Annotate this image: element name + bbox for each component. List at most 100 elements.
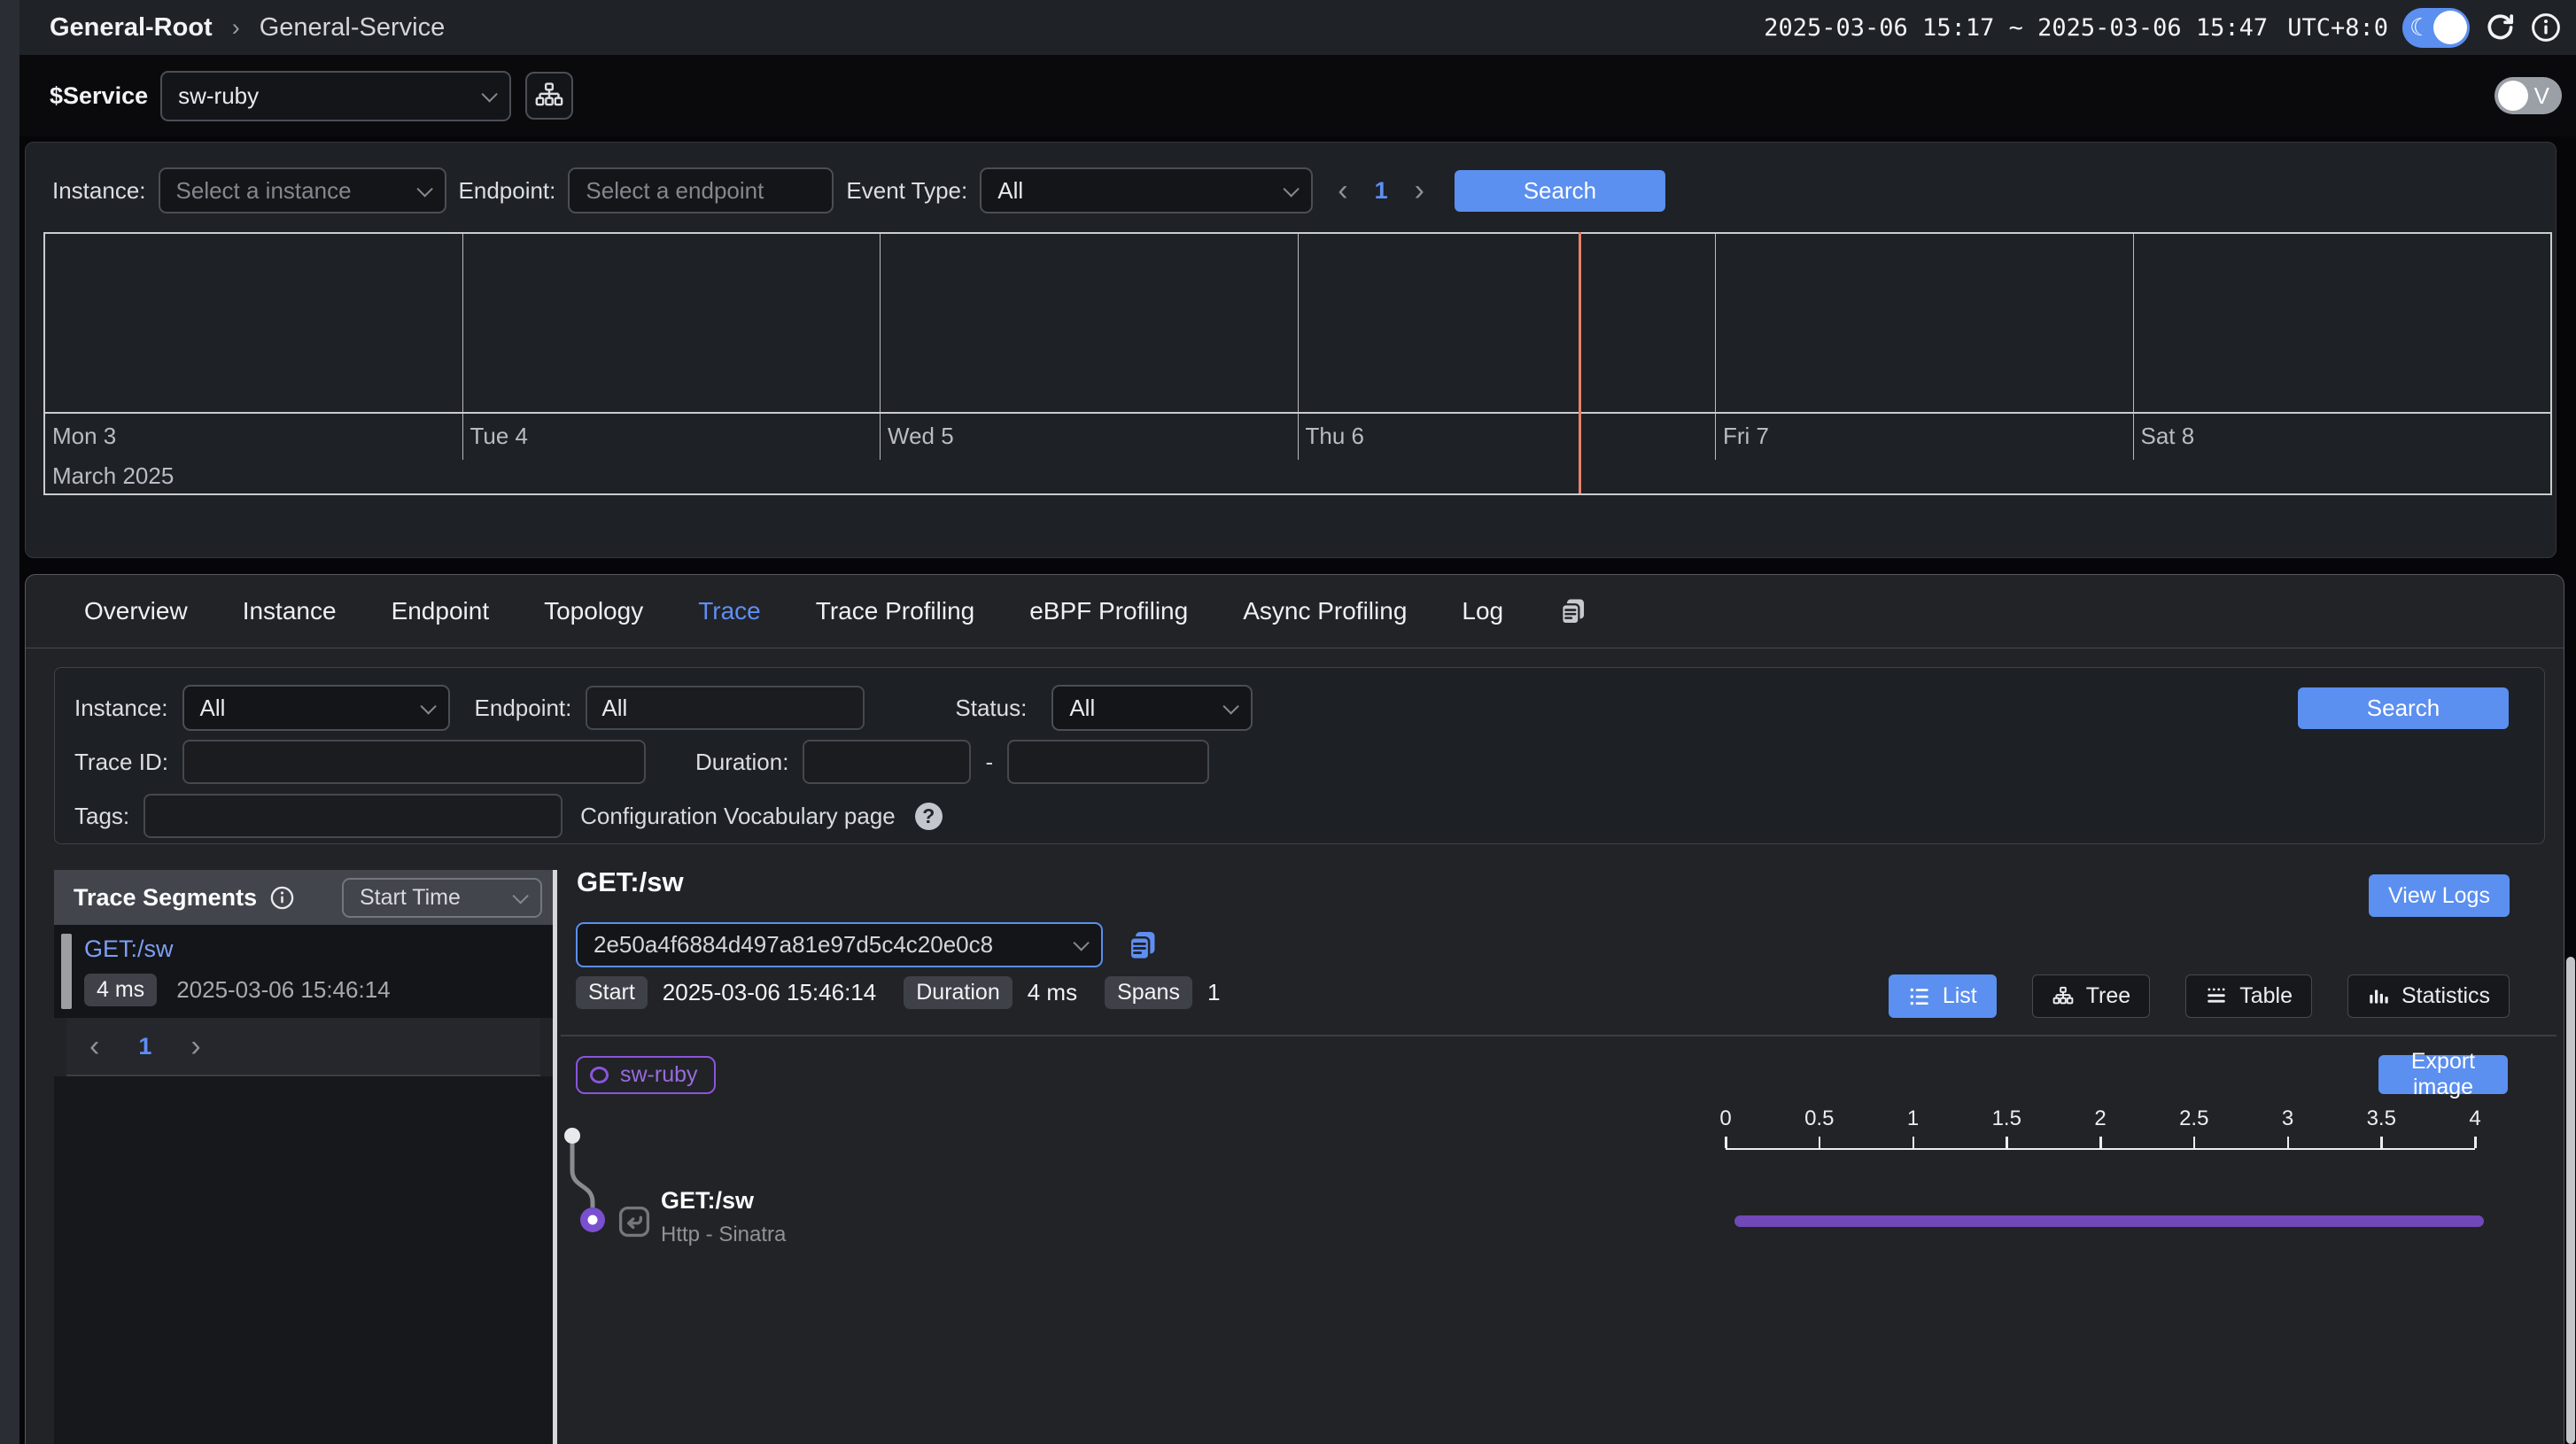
events-timeline[interactable]: Mon 3Tue 4Wed 5Thu 6Fri 7Sat 8March 2025 [43,232,2552,495]
timeline-day-thu-6: Thu 6 [1298,414,1716,460]
axis-tick-mark [2099,1137,2102,1148]
help-icon[interactable]: ? [915,803,943,830]
view-mode-table[interactable]: Table [2185,974,2312,1018]
version-toggle[interactable]: V [2495,77,2562,114]
breadcrumb-root[interactable]: General-Root [50,13,213,43]
scrollbar-thumb[interactable] [2566,957,2575,1444]
trace-instance-value: All [200,695,226,722]
timeline-day-sat-8: Sat 8 [2133,414,2551,460]
timeline-day-fri-7: Fri 7 [1715,414,2133,460]
copy-pages-icon[interactable] [1558,596,1588,626]
events-search-button[interactable]: Search [1455,170,1665,212]
top-header: General-Root › General-Service 2025-03-0… [19,0,2576,55]
chevron-down-icon [416,181,432,197]
duration-min-input[interactable] [803,740,971,784]
page-number[interactable]: 1 [138,1033,151,1060]
timeline-day-wed-5: Wed 5 [880,414,1298,460]
tab-instance[interactable]: Instance [243,597,337,625]
collapsed-sidebar-strip[interactable] [0,0,19,1444]
axis-tick-mark [2193,1137,2196,1148]
trace-status-select[interactable]: All [1051,685,1253,731]
enter-span-icon[interactable] [616,1203,653,1240]
breadcrumb-current[interactable]: General-Service [260,13,446,43]
axis-tick-mark [1913,1137,1915,1148]
service-label: $Service [50,82,148,110]
tab-trace[interactable]: Trace [698,597,761,625]
axis-tick-mark [1819,1137,1821,1148]
tab-trace-profiling[interactable]: Trace Profiling [816,597,974,625]
span-name[interactable]: GET:/sw [661,1187,754,1215]
export-image-button[interactable]: Export image [2378,1055,2508,1094]
trace-search-button[interactable]: Search [2298,687,2509,729]
tab-log[interactable]: Log [1462,597,1503,625]
timeline-day-mon-3: Mon 3 [45,414,462,460]
tab-async-profiling[interactable]: Async Profiling [1243,597,1407,625]
event-instance-select[interactable]: Select a instance [159,167,446,213]
chevron-down-icon [512,888,528,904]
prev-page-icon[interactable]: ‹ [89,1031,99,1061]
axis-tick-mark [1725,1137,1727,1148]
trace-instance-select[interactable]: All [182,685,450,731]
chevron-down-icon [1223,698,1239,714]
axis-tick-mark [2380,1137,2383,1148]
trace-id-label: Trace ID: [74,749,168,776]
segments-pagination: ‹ 1 › [66,1018,540,1076]
time-axis-ticks [1726,1135,2475,1150]
trace-instance-label: Instance: [74,695,168,722]
info-icon[interactable] [2530,12,2562,43]
service-select[interactable]: sw-ruby [160,71,511,121]
prev-page-icon[interactable]: ‹ [1338,175,1347,206]
vocabulary-page-link[interactable]: Configuration Vocabulary page [580,803,896,830]
event-type-label: Event Type: [846,177,967,205]
event-endpoint-input[interactable]: Select a endpoint [568,167,834,213]
view-mode-label: Statistics [2401,983,2490,1009]
trace-endpoint-input[interactable] [586,686,865,730]
trace-id-select[interactable]: 2e50a4f6884d497a81e97d5c4c20e0c8 [576,922,1103,967]
refresh-icon[interactable] [2484,12,2516,43]
view-mode-list[interactable]: List [1889,974,1997,1018]
time-axis: 00.511.522.533.54 [1726,1106,2475,1150]
trace-endpoint-label: Endpoint: [475,695,572,722]
view-logs-button[interactable]: View Logs [2369,874,2510,917]
duration-separator: - [985,749,993,776]
duration-badge: Duration [904,976,1013,1009]
tab-topology[interactable]: Topology [544,597,643,625]
segment-name[interactable]: GET:/sw [84,935,553,963]
event-endpoint-label: Endpoint: [459,177,556,205]
duration-max-input[interactable] [1007,740,1209,784]
next-page-icon[interactable]: › [190,1031,200,1061]
tab-endpoint[interactable]: Endpoint [392,597,490,625]
event-type-select[interactable]: All [980,167,1313,213]
spans-value: 1 [1207,979,1220,1006]
trace-status-value: All [1069,695,1095,722]
breadcrumb-separator-icon: › [232,14,240,42]
tags-input[interactable] [144,794,563,838]
theme-toggle[interactable]: ☾ [2402,8,2470,48]
service-tag-label: sw-ruby [620,1062,698,1088]
time-range[interactable]: 2025-03-06 15:17 ~ 2025-03-06 15:47 [1764,14,2268,42]
segments-sort-value: Start Time [360,885,461,911]
segments-sort-select[interactable]: Start Time [342,878,542,918]
tab-ebpf-profiling[interactable]: eBPF Profiling [1029,597,1188,625]
event-instance-placeholder: Select a instance [176,177,352,205]
view-mode-statistics[interactable]: Statistics [2347,974,2510,1018]
panel-splitter[interactable] [553,870,557,1444]
segment-start-time: 2025-03-06 15:46:14 [176,976,390,1004]
trace-id-input[interactable] [182,740,646,784]
start-value: 2025-03-06 15:46:14 [663,979,876,1006]
tab-overview[interactable]: Overview [84,597,188,625]
time-axis-labels: 00.511.522.533.54 [1726,1106,2475,1135]
trace-segment-item[interactable]: GET:/sw 4 ms 2025-03-06 15:46:14 [54,925,553,1018]
page-number[interactable]: 1 [1375,177,1388,205]
service-topology-button[interactable] [525,72,573,120]
spans-badge: Spans [1105,976,1192,1009]
next-page-icon[interactable]: › [1415,175,1424,206]
service-legend-tag[interactable]: sw-ruby [576,1056,716,1094]
copy-trace-id-icon[interactable] [1126,928,1160,962]
segment-duration-badge: 4 ms [84,974,157,1006]
view-mode-tree[interactable]: Tree [2032,974,2150,1018]
info-icon[interactable] [269,885,295,911]
axis-tick-mark [2474,1137,2477,1148]
span-layer: Http - Sinatra [661,1223,786,1247]
span-duration-bar[interactable] [1734,1215,2484,1227]
